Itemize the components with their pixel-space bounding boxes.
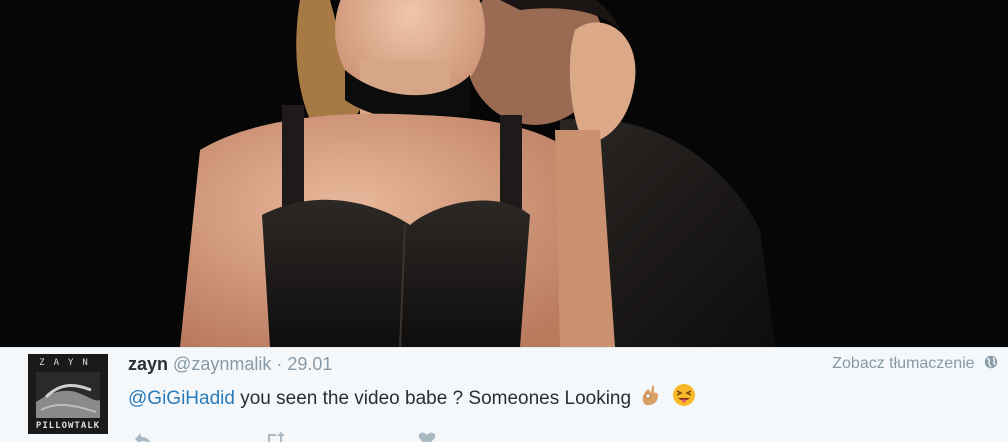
retweet-icon <box>265 432 285 442</box>
squinting-tongue-face-emoji-icon <box>672 384 695 406</box>
photo-illustration <box>0 0 1008 347</box>
translate-link[interactable]: Zobacz tłumaczenie <box>832 353 998 375</box>
heart-icon <box>418 432 436 442</box>
header-separator: · <box>276 354 283 374</box>
tweet-screenshot: ZAYN PILLOWTALK zayn @zaynmalik · 29.01 … <box>0 0 1008 442</box>
globe-icon <box>984 355 998 369</box>
translate-label: Zobacz tłumaczenie <box>832 355 975 372</box>
tweet-media-photo[interactable] <box>0 0 1008 347</box>
avatar-art <box>36 372 100 418</box>
tweet: ZAYN PILLOWTALK zayn @zaynmalik · 29.01 … <box>0 347 1008 442</box>
like-button[interactable] <box>418 432 436 442</box>
reply-button[interactable] <box>134 432 152 442</box>
tweet-header: zayn @zaynmalik · 29.01 <box>128 353 332 375</box>
author-handle[interactable]: @zaynmalik <box>173 354 271 374</box>
reply-icon <box>135 433 151 442</box>
tweet-date[interactable]: 29.01 <box>287 354 332 374</box>
tweet-body: you seen the video babe ? Someones Looki… <box>240 388 632 409</box>
author-name[interactable]: zayn <box>128 354 168 374</box>
corset-shape <box>262 199 530 347</box>
retweet-button[interactable] <box>264 432 286 442</box>
tweet-text: @GiGiHadid you seen the video babe ? Som… <box>128 383 696 411</box>
avatar-caption: PILLOWTALK <box>35 421 101 431</box>
ok-hand-emoji-icon <box>643 385 659 406</box>
avatar[interactable]: ZAYN PILLOWTALK <box>28 354 108 434</box>
mention-link[interactable]: @GiGiHadid <box>128 388 235 409</box>
avatar-letters: ZAYN <box>39 358 97 368</box>
